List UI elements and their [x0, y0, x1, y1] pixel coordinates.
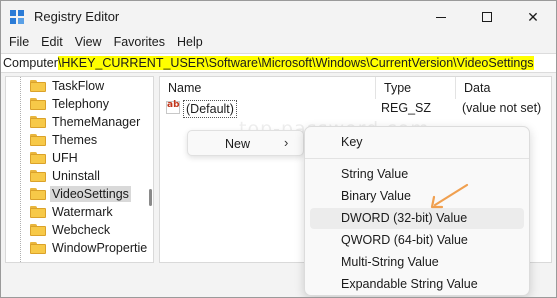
menu-file[interactable]: File — [3, 33, 35, 53]
maximize-button[interactable] — [464, 1, 510, 33]
registry-tree: TaskFlow Telephony ThemeManager Themes U… — [5, 76, 154, 263]
folder-icon — [30, 242, 46, 254]
value-type: REG_SZ — [381, 101, 432, 115]
minimize-button[interactable] — [418, 1, 464, 33]
window-title: Registry Editor — [34, 9, 120, 24]
menu-separator — [305, 158, 529, 159]
tree-item-themes[interactable]: Themes — [6, 131, 146, 149]
address-path-highlighted: \HKEY_CURRENT_USER\Software\Microsoft\Wi… — [57, 56, 534, 70]
folder-icon — [30, 224, 46, 236]
folder-icon — [30, 152, 46, 164]
folder-icon — [30, 134, 46, 146]
tree-item-label: UFH — [52, 151, 78, 165]
tree-item-label: TaskFlow — [52, 79, 105, 93]
tree-item-windowproperties[interactable]: WindowPropertie — [6, 239, 148, 257]
maximize-icon — [482, 12, 492, 22]
new-submenu: Key String Value Binary Value DWORD (32-… — [304, 126, 530, 296]
tree-item-label: ThemeManager — [52, 115, 141, 129]
tree-item-label: Webcheck — [52, 223, 111, 237]
context-menu-new[interactable]: New › — [187, 130, 304, 156]
tree-item-webcheck[interactable]: Webcheck — [6, 221, 146, 239]
minimize-icon — [436, 16, 446, 18]
tree-item-label: Themes — [52, 133, 98, 147]
menu-view[interactable]: View — [69, 33, 108, 53]
menu-bar: File Edit View Favorites Help — [1, 33, 556, 53]
tree-item-label: Telephony — [52, 97, 109, 111]
context-menu-new-label: New — [225, 137, 251, 151]
folder-icon — [30, 170, 46, 182]
chevron-right-icon: › — [284, 135, 289, 150]
table-row[interactable]: ab (Default) REG_SZ (value not set) — [160, 99, 551, 118]
menu-favorites[interactable]: Favorites — [108, 33, 171, 53]
menu-help[interactable]: Help — [171, 33, 209, 53]
tree-item-thememanager[interactable]: ThemeManager — [6, 113, 146, 131]
tree-item-telephony[interactable]: Telephony — [6, 95, 146, 113]
tree-item-taskflow[interactable]: TaskFlow — [6, 77, 146, 95]
close-button[interactable]: ✕ — [510, 1, 556, 33]
submenu-item-qword-value[interactable]: QWORD (64-bit) Value — [310, 230, 524, 251]
tree-scrollbar-thumb[interactable] — [149, 189, 152, 206]
close-icon: ✕ — [527, 8, 539, 25]
tree-item-label: WindowPropertie — [52, 241, 148, 255]
tree-item-label: VideoSettings — [50, 186, 131, 202]
tree-item-videosettings[interactable]: VideoSettings — [6, 185, 146, 203]
value-data: (value not set) — [462, 101, 542, 115]
folder-icon — [30, 116, 46, 128]
tree-item-watermark[interactable]: Watermark — [6, 203, 146, 221]
registry-editor-icon — [10, 10, 25, 25]
column-header-data[interactable]: Data — [456, 77, 551, 99]
submenu-item-dword-value[interactable]: DWORD (32-bit) Value — [310, 208, 524, 229]
tree-item-label: Uninstall — [52, 169, 100, 183]
registry-editor-window: Registry Editor ✕ File Edit View Favorit… — [0, 0, 557, 298]
tree-item-uninstall[interactable]: Uninstall — [6, 167, 146, 185]
title-bar: Registry Editor ✕ — [1, 1, 556, 33]
folder-icon — [30, 98, 46, 110]
tree-item-ufh[interactable]: UFH — [6, 149, 146, 167]
address-prefix: Computer — [3, 56, 58, 70]
menu-edit[interactable]: Edit — [35, 33, 69, 53]
column-header-type[interactable]: Type — [376, 77, 456, 99]
folder-icon — [30, 188, 46, 200]
submenu-item-binary-value[interactable]: Binary Value — [310, 186, 524, 207]
submenu-item-multi-string-value[interactable]: Multi-String Value — [310, 252, 524, 273]
string-value-icon: ab — [166, 100, 180, 114]
tree-item-label: Watermark — [52, 205, 113, 219]
address-bar[interactable]: Computer\HKEY_CURRENT_USER\Software\Micr… — [1, 53, 556, 73]
submenu-item-string-value[interactable]: String Value — [310, 164, 524, 185]
column-header-name[interactable]: Name — [160, 77, 376, 99]
submenu-item-expandable-string-value[interactable]: Expandable String Value — [310, 274, 524, 295]
value-name: (Default) — [183, 100, 237, 118]
folder-icon — [30, 80, 46, 92]
folder-icon — [30, 206, 46, 218]
submenu-item-key[interactable]: Key — [310, 132, 524, 153]
